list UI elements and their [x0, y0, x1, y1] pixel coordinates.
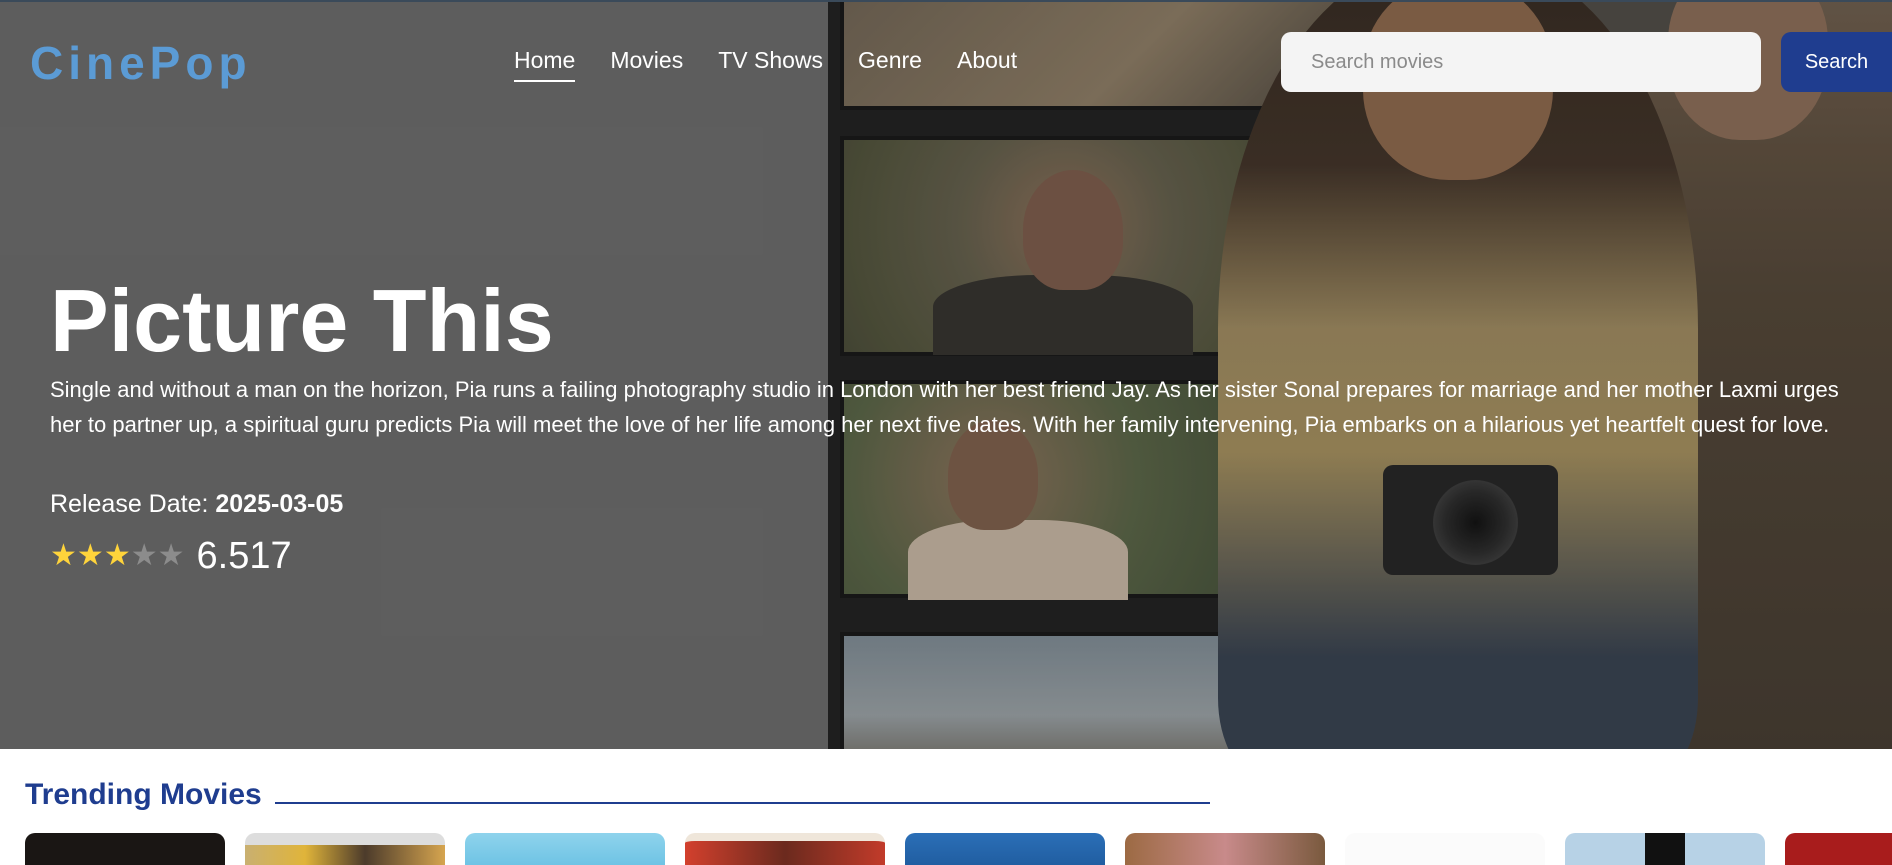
movie-card[interactable] [245, 833, 445, 865]
movie-card[interactable] [465, 833, 665, 865]
star-filled-icon: ★ [50, 539, 77, 572]
trending-carousel [25, 833, 1892, 865]
main-nav: Home Movies TV Shows Genre About [514, 47, 1017, 82]
movie-card[interactable] [1125, 833, 1325, 865]
rating-value: 6.517 [196, 535, 292, 577]
nav-item-tv-shows[interactable]: TV Shows [718, 47, 823, 82]
nav-item-about[interactable]: About [957, 47, 1017, 82]
star-filled-icon: ★ [76, 539, 104, 572]
trending-title: Trending Movies [25, 778, 262, 811]
movie-card[interactable] [685, 833, 885, 865]
movie-card[interactable] [1785, 833, 1892, 865]
nav-item-genre[interactable]: Genre [858, 47, 922, 82]
release-date: Release Date: 2025-03-05 [50, 490, 343, 519]
top-border [0, 0, 1892, 2]
hero-title: Picture This [50, 271, 554, 370]
movie-card[interactable] [905, 833, 1105, 865]
movie-card[interactable] [25, 833, 225, 865]
movie-card[interactable] [1565, 833, 1765, 865]
nav-item-home[interactable]: Home [514, 47, 576, 82]
release-date-value: 2025-03-05 [215, 490, 344, 518]
section-divider [275, 802, 1210, 804]
rating: ★ ★ ★ ★ ★ 6.517 [50, 535, 292, 577]
search-input[interactable] [1281, 32, 1761, 92]
release-label: Release Date: [50, 490, 216, 518]
star-empty-icon: ★ [130, 539, 158, 572]
star-filled-icon: ★ [103, 539, 131, 572]
nav-item-movies[interactable]: Movies [610, 47, 683, 82]
movie-card[interactable] [1345, 833, 1545, 865]
site-logo[interactable]: CinePop [30, 36, 252, 90]
star-empty-icon: ★ [157, 539, 185, 572]
search-button[interactable]: Search [1781, 32, 1892, 92]
hero-description: Single and without a man on the horizon,… [50, 377, 1839, 437]
